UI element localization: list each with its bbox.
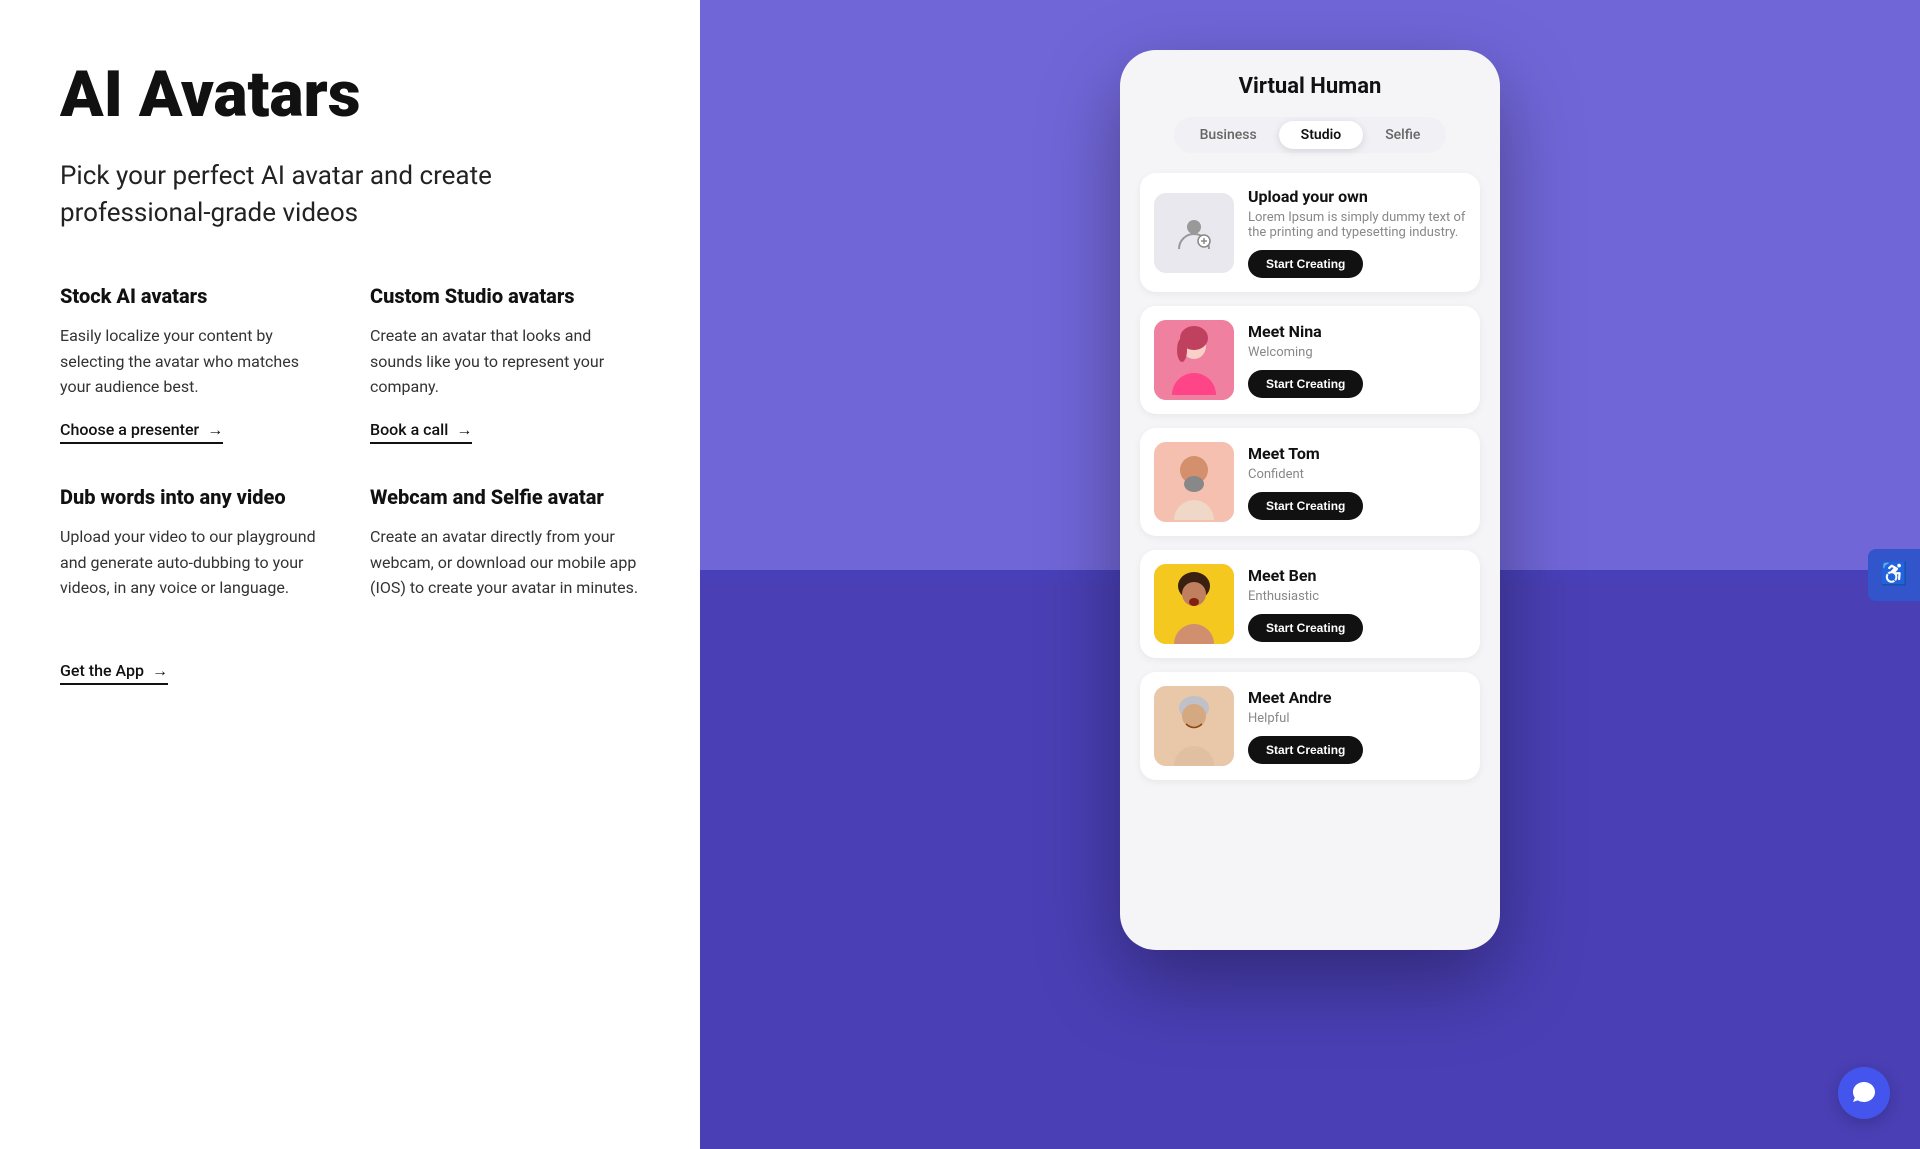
avatar-desc-nina: Welcoming [1248,345,1466,360]
tab-bar: Business Studio Selfie [1174,117,1447,153]
avatar-desc-andre: Helpful [1248,711,1466,726]
tab-business[interactable]: Business [1178,121,1279,149]
feature-desc-dub: Upload your video to our playground and … [60,524,330,601]
feature-title-stock: Stock AI avatars [60,283,330,309]
avatar-info-upload: Upload your own Lorem Ipsum is simply du… [1248,187,1466,278]
start-creating-tom[interactable]: Start Creating [1248,492,1363,520]
feature-desc-stock: Easily localize your content by selectin… [60,323,330,400]
avatar-card-ben: Meet Ben Enthusiastic Start Creating [1140,550,1480,658]
arrow-icon-3: → [152,661,168,681]
avatar-info-tom: Meet Tom Confident Start Creating [1248,444,1466,520]
accessibility-icon: ♿ [1880,562,1907,587]
avatar-img-tom [1154,442,1234,522]
chat-icon [1851,1080,1877,1106]
avatar-card-tom: Meet Tom Confident Start Creating [1140,428,1480,536]
avatar-name-ben: Meet Ben [1248,566,1466,585]
avatar-name-upload: Upload your own [1248,187,1466,206]
choose-presenter-label: Choose a presenter [60,420,199,439]
features-grid: Stock AI avatars Easily localize your co… [60,283,640,685]
avatar-info-ben: Meet Ben Enthusiastic Start Creating [1248,566,1466,642]
start-creating-upload[interactable]: Start Creating [1248,250,1363,278]
feature-title-dub: Dub words into any video [60,484,330,510]
avatar-img-nina [1154,320,1234,400]
tom-avatar-svg [1154,442,1234,522]
avatar-card-nina: Meet Nina Welcoming Start Creating [1140,306,1480,414]
avatar-img-andre [1154,686,1234,766]
feature-stock-avatars: Stock AI avatars Easily localize your co… [60,283,330,444]
book-call-label: Book a call [370,420,448,439]
avatar-list: Upload your own Lorem Ipsum is simply du… [1140,173,1480,780]
get-app-link[interactable]: Get the App → [60,661,168,685]
right-panel: Virtual Human Business Studio Selfie [700,0,1920,1149]
arrow-icon: → [207,420,223,440]
start-creating-ben[interactable]: Start Creating [1248,614,1363,642]
feature-title-custom: Custom Studio avatars [370,283,640,309]
book-call-link[interactable]: Book a call → [370,420,472,444]
page-title: AI Avatars [60,60,640,130]
ben-avatar-svg [1154,564,1234,644]
avatar-name-andre: Meet Andre [1248,688,1466,707]
phone-mockup: Virtual Human Business Studio Selfie [1120,50,1500,950]
avatar-img-upload [1154,193,1234,273]
feature-desc-custom: Create an avatar that looks and sounds l… [370,323,640,400]
get-app-container: Get the App → [60,661,330,685]
feature-desc-webcam: Create an avatar directly from your webc… [370,524,640,601]
tab-selfie[interactable]: Selfie [1363,121,1442,149]
feature-custom-studio: Custom Studio avatars Create an avatar t… [370,283,640,444]
avatar-name-tom: Meet Tom [1248,444,1466,463]
feature-webcam: Webcam and Selfie avatar Create an avata… [370,484,640,621]
tab-studio[interactable]: Studio [1279,121,1364,149]
avatar-img-ben [1154,564,1234,644]
arrow-icon-2: → [456,420,472,440]
avatar-name-nina: Meet Nina [1248,322,1466,341]
left-panel: AI Avatars Pick your perfect AI avatar a… [0,0,700,1149]
feature-title-webcam: Webcam and Selfie avatar [370,484,640,510]
start-creating-andre[interactable]: Start Creating [1248,736,1363,764]
avatar-card-andre: Meet Andre Helpful Start Creating [1140,672,1480,780]
avatar-desc-ben: Enthusiastic [1248,589,1466,604]
avatar-card-upload: Upload your own Lorem Ipsum is simply du… [1140,173,1480,292]
accessibility-button[interactable]: ♿ [1868,549,1920,601]
phone-container: Virtual Human Business Studio Selfie [1120,50,1500,950]
page-subtitle: Pick your perfect AI avatar and create p… [60,158,640,231]
chat-button[interactable] [1838,1067,1890,1119]
avatar-info-nina: Meet Nina Welcoming Start Creating [1248,322,1466,398]
choose-presenter-link[interactable]: Choose a presenter → [60,420,223,444]
avatar-desc-upload: Lorem Ipsum is simply dummy text of the … [1248,210,1466,240]
start-creating-nina[interactable]: Start Creating [1248,370,1363,398]
avatar-desc-tom: Confident [1248,467,1466,482]
andre-avatar-svg [1154,686,1234,766]
phone-title: Virtual Human [1140,74,1480,99]
get-app-label: Get the App [60,661,144,680]
nina-avatar-svg [1154,320,1234,400]
upload-person-icon [1174,213,1214,253]
feature-dub-words: Dub words into any video Upload your vid… [60,484,330,621]
avatar-info-andre: Meet Andre Helpful Start Creating [1248,688,1466,764]
